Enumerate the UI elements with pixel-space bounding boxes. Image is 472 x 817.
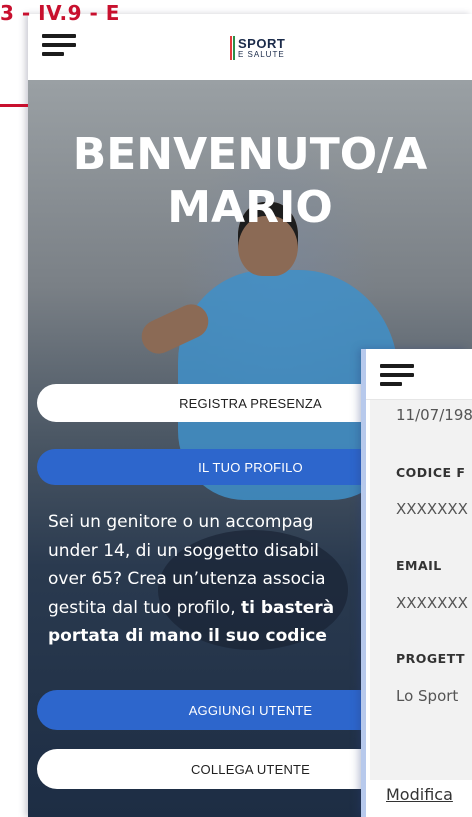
progetto-value: Lo Sport [396,687,459,705]
info-line-4-plain: gestita dal tuo profilo, [48,597,242,618]
birthdate-value: 11/07/198 [396,406,472,424]
hamburger-icon[interactable] [380,364,416,386]
progetto-label: PROGETT [396,651,466,666]
phone-screen-profile: 11/07/198 CODICE F XXXXXXX EMAIL XXXXXXX… [366,349,472,817]
codice-fiscale-label: CODICE F [396,465,466,480]
info-line-4-bold: ti basterà [241,597,335,618]
welcome-heading: BENVENUTO/A MARIO [28,128,472,234]
email-value: XXXXXXX [396,594,468,612]
logo-line1: SPORT [238,36,286,51]
logo-mark-icon [230,36,235,60]
modifica-link[interactable]: Modifica [386,785,453,804]
codice-fiscale-value: XXXXXXX [396,500,468,518]
info-line-5-bold: portata di mano il suo codice [48,626,327,646]
hamburger-icon[interactable] [42,34,78,56]
logo-line2: E SALUTE [238,50,285,59]
welcome-line-2: MARIO [167,182,333,233]
email-label: EMAIL [396,558,442,573]
welcome-line-1: BENVENUTO/A [72,129,428,180]
red-marker-line [0,104,28,107]
document-code-label: 3 - IV.9 - E [0,1,120,25]
profile-details-panel [370,400,472,780]
